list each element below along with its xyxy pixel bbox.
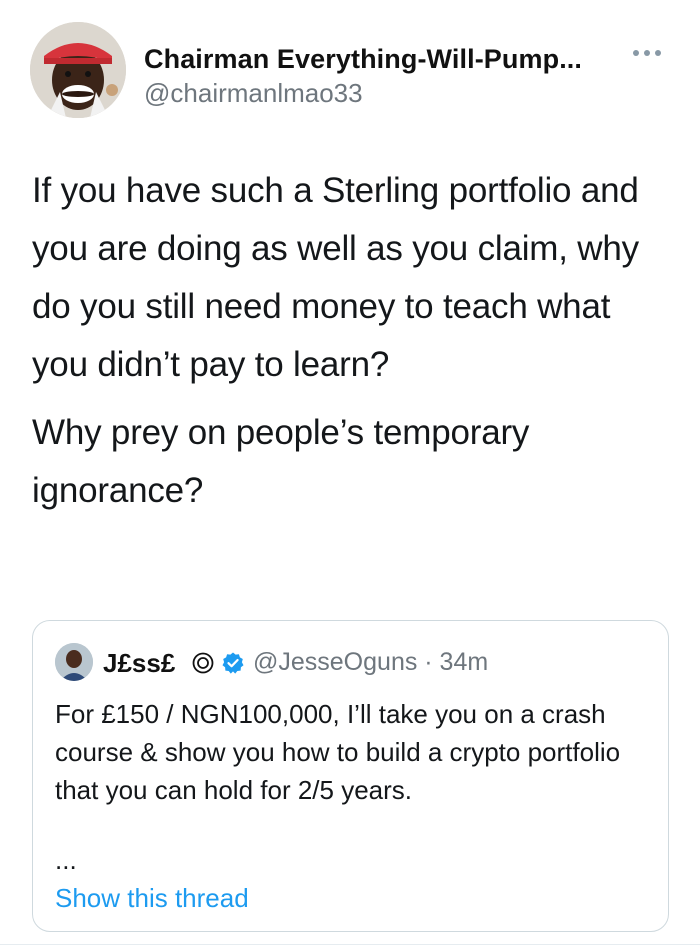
tweet-header: Chairman Everything-Will-Pump... @chairm… [30, 22, 675, 122]
circle-symbol-icon [192, 652, 214, 674]
show-thread-link[interactable]: Show this thread [55, 883, 249, 914]
more-options-icon[interactable] [627, 38, 667, 68]
quoted-tweet[interactable]: J£ss£ @JesseOguns · 34m For £150 / NGN10… [32, 620, 669, 932]
author-display-name[interactable]: Chairman Everything-Will-Pump... [144, 44, 582, 75]
tweet-text: If you have such a Sterling portfolio an… [32, 162, 672, 530]
dot [655, 50, 661, 56]
avatar-image [55, 643, 93, 681]
tweet-card: Chairman Everything-Will-Pump... @chairm… [0, 0, 700, 947]
quoted-author-handle-time: @JesseOguns · 34m [253, 648, 489, 676]
tweet-paragraph: Why prey on people’s temporary ignorance… [32, 413, 530, 510]
quoted-tweet-ellipsis: ... [55, 845, 77, 875]
tweet-paragraph: If you have such a Sterling portfolio an… [32, 171, 639, 384]
dot [644, 50, 650, 56]
author-avatar[interactable] [30, 22, 126, 118]
verified-badge-icon [222, 652, 244, 674]
quoted-author-name: J£ss£ [103, 648, 176, 678]
divider [0, 944, 700, 945]
author-handle[interactable]: @chairmanlmao33 [144, 78, 363, 109]
quoted-tweet-text: For £150 / NGN100,000, I’ll take you on … [55, 699, 621, 805]
quoted-tweet-header: J£ss£ @JesseOguns · 34m [55, 643, 655, 683]
avatar-image [30, 22, 126, 118]
quoted-author-avatar [55, 643, 93, 681]
dot [633, 50, 639, 56]
